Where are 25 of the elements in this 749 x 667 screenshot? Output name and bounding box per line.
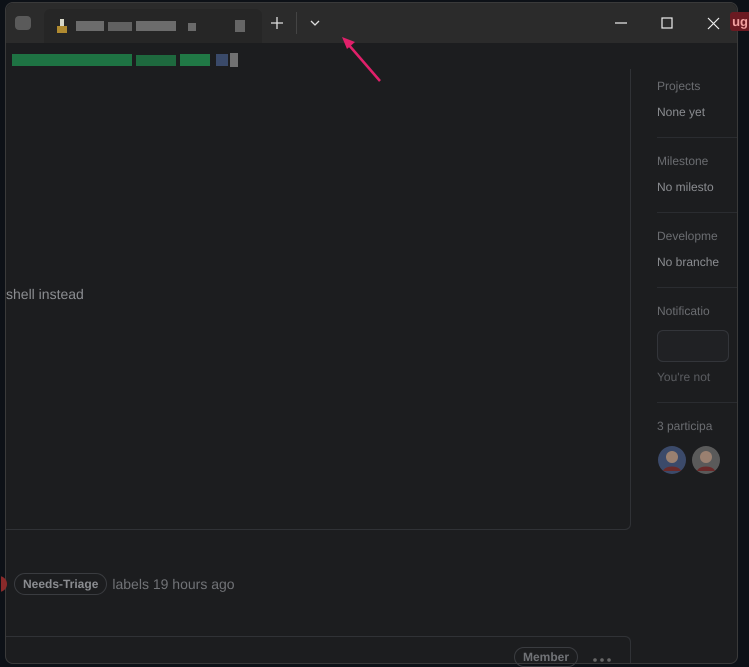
section-heading: Milestone: [657, 154, 710, 168]
new-tab-icon[interactable]: [270, 16, 284, 30]
annotation-arrow: [340, 36, 384, 84]
avatar-icon[interactable]: [657, 445, 687, 475]
more-options-icon[interactable]: [592, 657, 612, 663]
role-badge: Member: [514, 647, 578, 667]
section-heading: Developme: [657, 229, 719, 243]
label-tag[interactable]: Needs-Triage: [14, 573, 108, 595]
timeline-text: labels 19 hours ago: [112, 576, 235, 592]
avatar-icon[interactable]: [691, 445, 721, 475]
section-heading: Projects: [657, 79, 702, 93]
comment-text: shell instead: [6, 286, 84, 302]
issue-label: ug: [730, 12, 749, 31]
section-heading: Notificatio: [657, 304, 711, 318]
section-value: None yet: [657, 105, 706, 119]
close-icon[interactable]: [707, 16, 720, 30]
redacted-icon: [234, 19, 246, 33]
maximize-icon[interactable]: [661, 17, 673, 29]
section-heading: 3 participa: [657, 419, 714, 433]
avatar-icon: [1, 575, 9, 593]
tab[interactable]: [44, 9, 262, 43]
tab-icon: [56, 18, 68, 34]
section-value: No branche: [657, 255, 720, 269]
notification-note: You're not: [657, 370, 712, 384]
section-value: No milesto: [657, 180, 715, 194]
